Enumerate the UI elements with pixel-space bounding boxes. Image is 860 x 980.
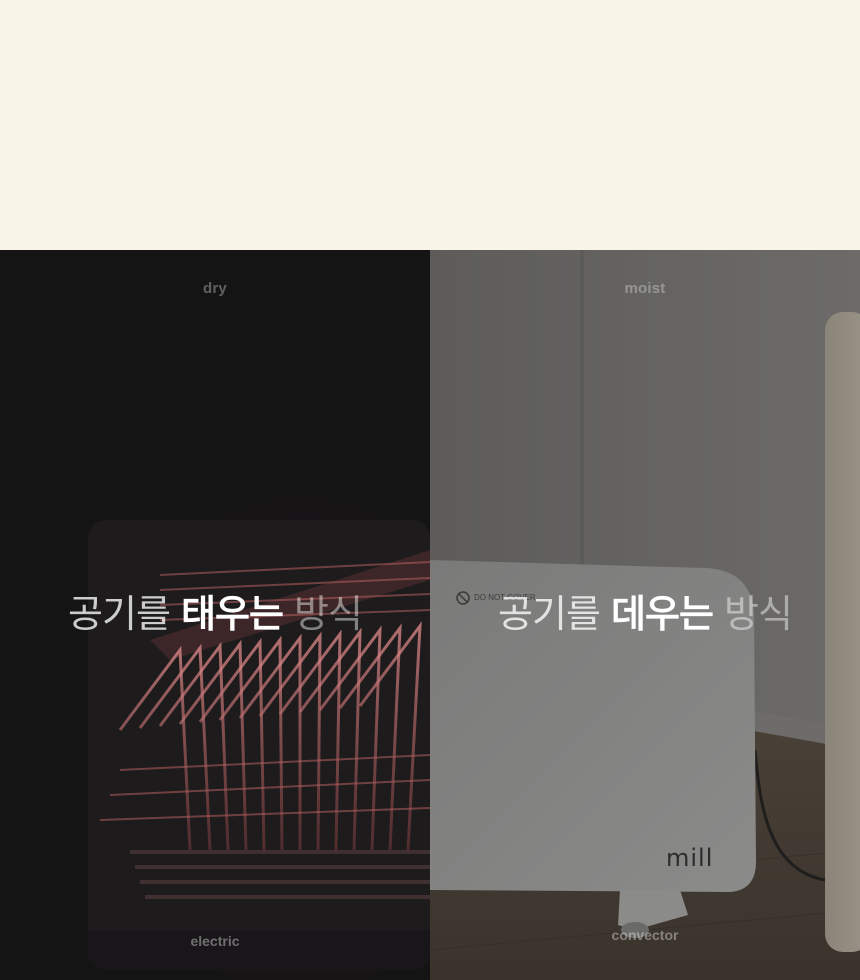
headline-emphasis-burn: 태우는	[181, 592, 284, 636]
heater-type-label-convector: convector	[611, 927, 679, 943]
electric-heater-panel: dry 공기를 태우는 방식 electric	[0, 250, 430, 980]
top-band	[0, 0, 860, 250]
heater-type-label-electric: electric	[190, 933, 240, 949]
electric-headline: 공기를 태우는 방식	[0, 590, 430, 638]
headline-prefix: 공기를	[68, 592, 171, 636]
headline-suffix: 방식	[294, 592, 363, 636]
headline-emphasis-warm: 데우는	[611, 592, 714, 636]
page: dry 공기를 태우는 방식 electric DO NOT COVER mil…	[0, 0, 860, 980]
air-type-label-dry: dry	[203, 280, 227, 297]
headline-suffix: 방식	[724, 592, 793, 636]
air-type-label-moist: moist	[624, 280, 666, 297]
convector-heater-panel: DO NOT COVER mill moist 공기를 데우는 방식 conve…	[430, 250, 860, 980]
convector-headline: 공기를 데우는 방식	[430, 590, 860, 638]
heater-brand-logo: mill	[666, 844, 714, 872]
headline-prefix: 공기를	[498, 592, 601, 636]
